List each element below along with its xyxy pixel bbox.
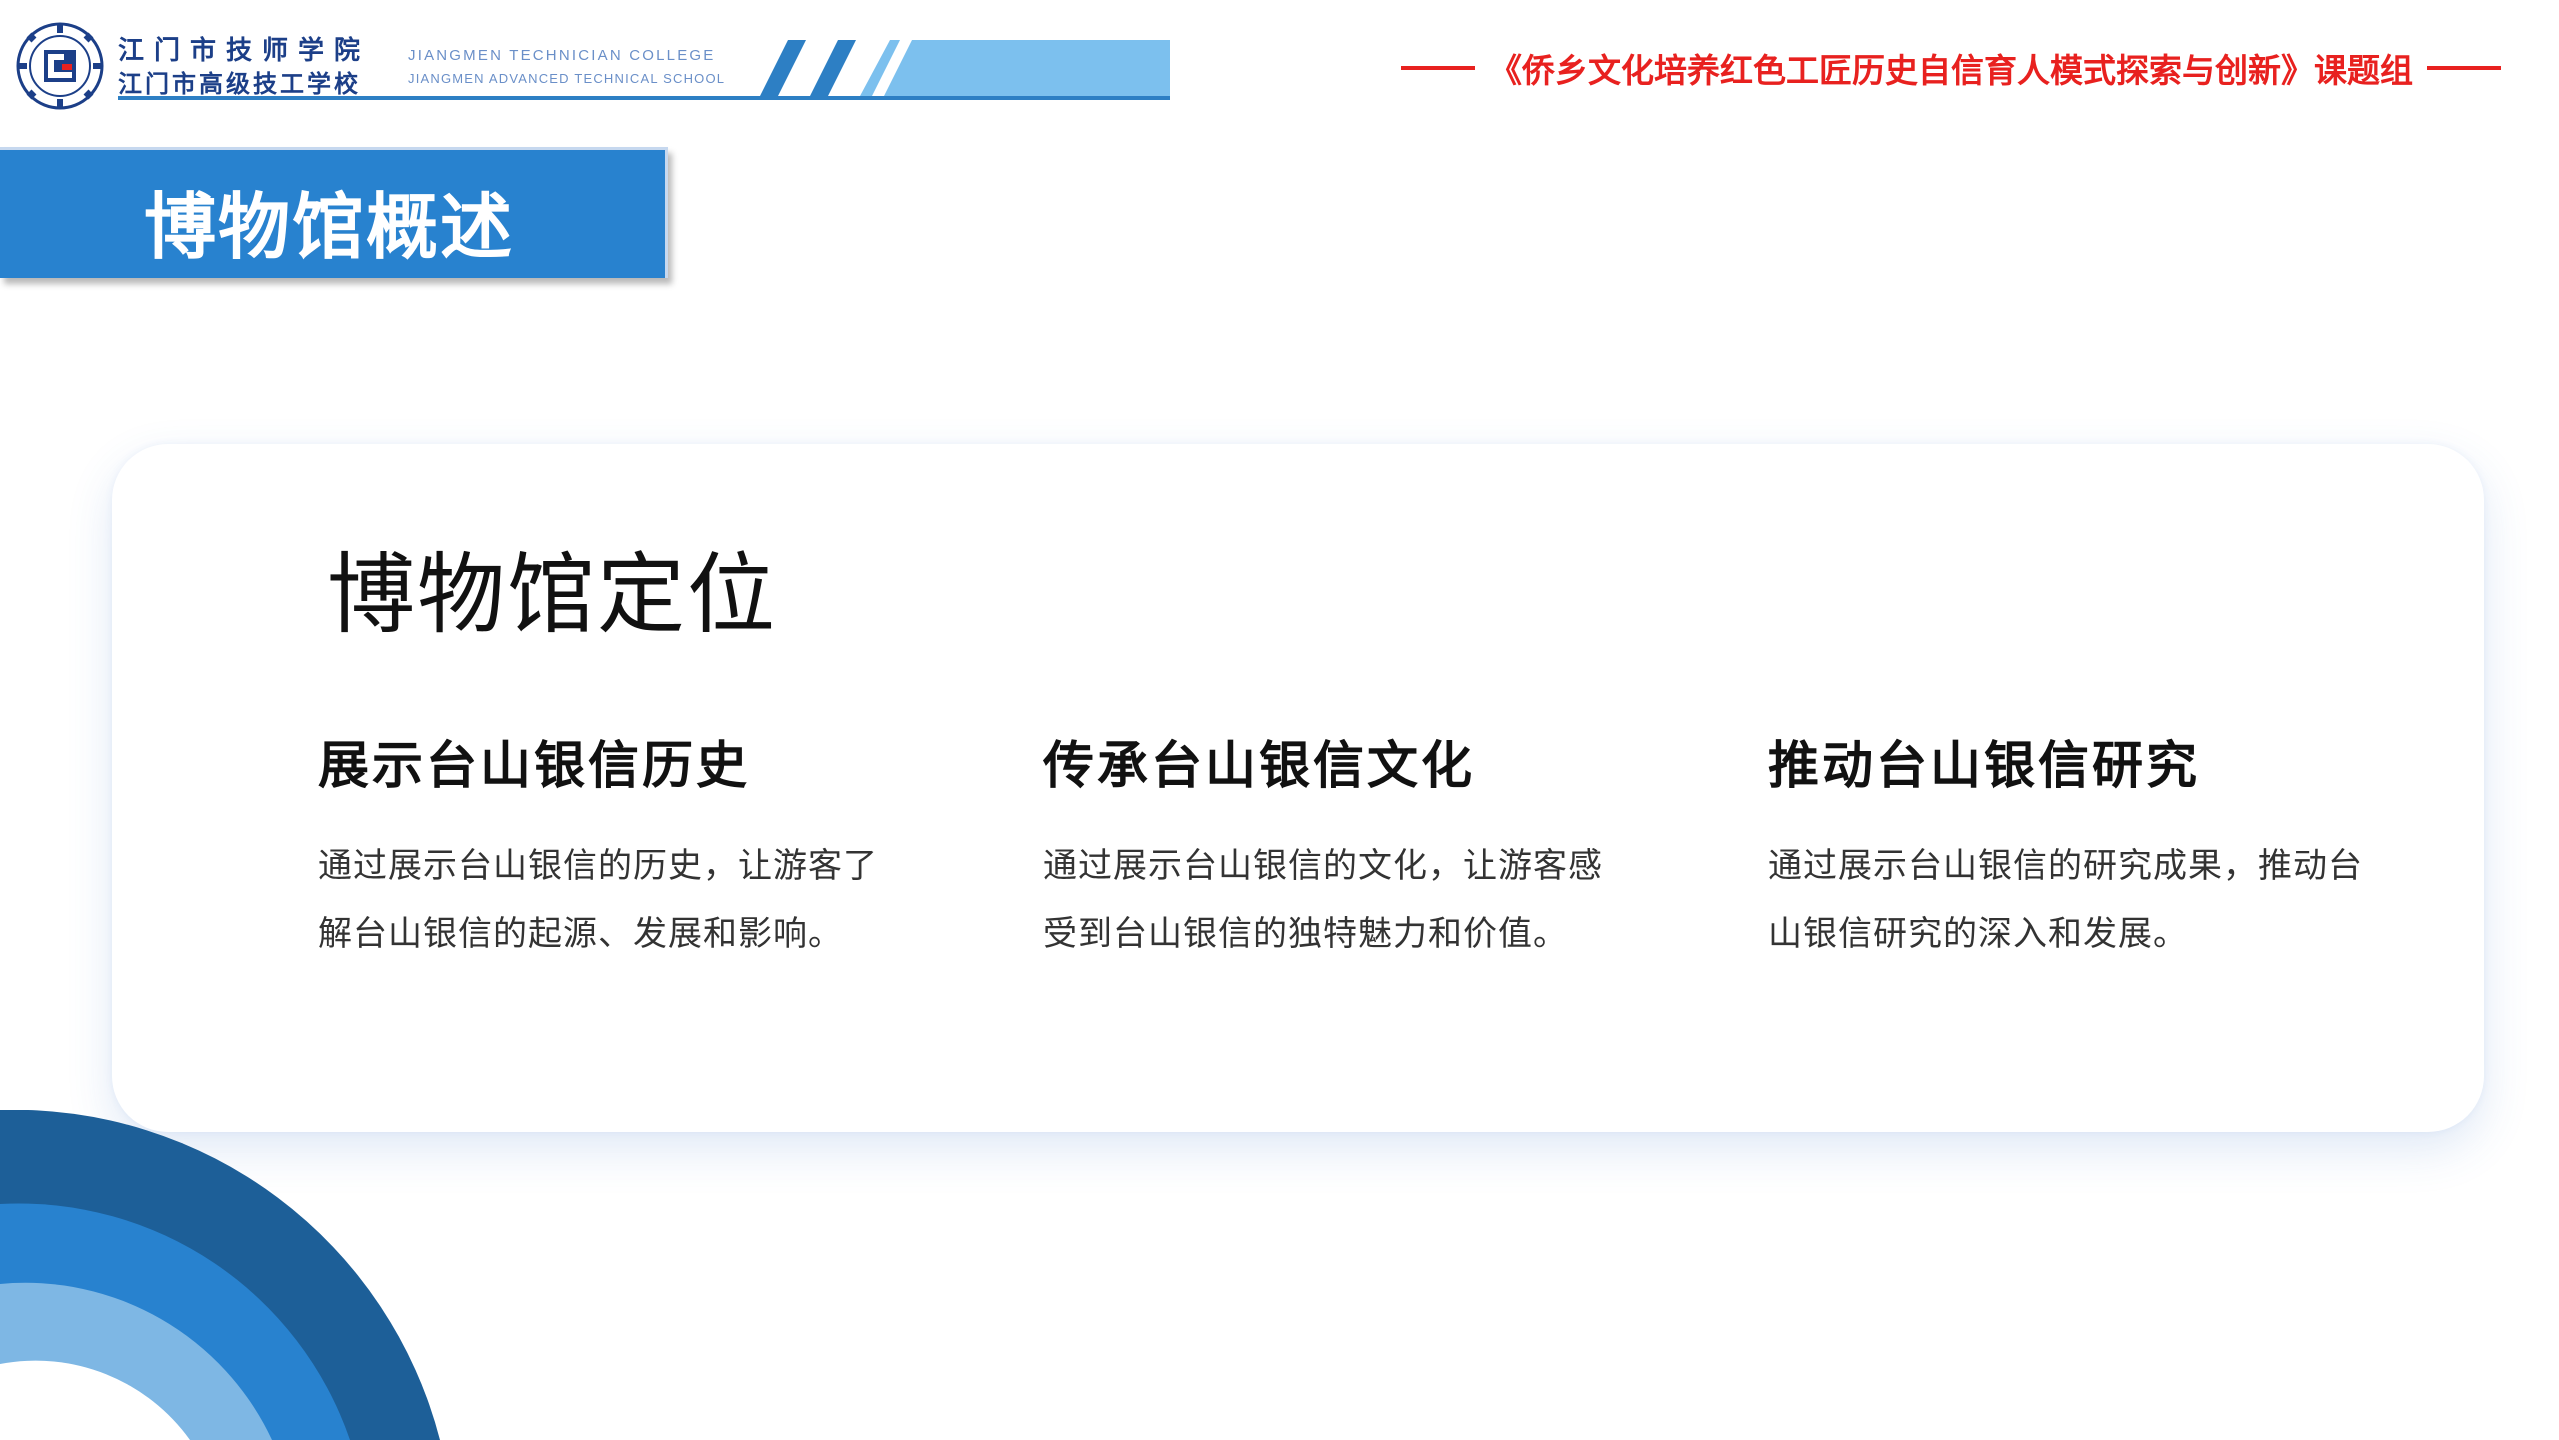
column-text: 通过展示台山银信的研究成果，推动台山银信研究的深入和发展。 (1768, 846, 2363, 954)
column-history: 展示台山银信历史 通过展示台山银信的历史，让游客了解台山银信的起源、发展和影响。 (318, 724, 878, 968)
card-title: 博物馆定位 (327, 543, 778, 646)
content-card: 博物馆定位 展示台山银信历史 通过展示台山银信的历史，让游客了解台山银信的起源、… (112, 444, 2484, 1132)
title-dash-right (2427, 66, 2501, 70)
title-dash-left (1401, 66, 1475, 70)
column-culture: 传承台山银信文化 通过展示台山银信的文化，让游客感受到台山银信的独特魅力和价值。 (1043, 724, 1603, 968)
header-underline (118, 96, 1170, 100)
column-text: 通过展示台山银信的文化，让游客感受到台山银信的独特魅力和价值。 (1043, 846, 1603, 954)
school-name-cn-line1: 江门市技师学院 (118, 36, 371, 66)
header: 江门市技师学院 江门市高级技工学校 JIANGMEN TECHNICIAN CO… (0, 0, 2559, 110)
column-heading: 展示台山银信历史 (318, 736, 751, 796)
school-name-en: JIANGMEN TECHNICIAN COLLEGE JIANGMEN ADV… (408, 44, 725, 90)
header-stripe-band (760, 40, 1170, 96)
project-title-text: 《侨乡文化培养红色工匠历史自信育人模式探索与创新》课题组 (1489, 51, 2413, 90)
school-logo-icon (16, 22, 104, 110)
corner-arcs-decoration (0, 1110, 440, 1440)
project-title: 《侨乡文化培养红色工匠历史自信育人模式探索与创新》课题组 (1387, 44, 2515, 92)
section-tab: 博物馆概述 (0, 147, 668, 278)
section-title: 博物馆概述 (144, 185, 515, 269)
column-heading: 传承台山银信文化 (1043, 736, 1476, 796)
column-research: 推动台山银信研究 通过展示台山银信的研究成果，推动台山银信研究的深入和发展。 (1768, 724, 2388, 968)
school-name-cn: 江门市技师学院 江门市高级技工学校 (118, 34, 408, 100)
column-heading: 推动台山银信研究 (1768, 736, 2201, 796)
school-name-en-line1: JIANGMEN TECHNICIAN COLLEGE (408, 47, 716, 64)
school-name-en-line2: JIANGMEN ADVANCED TECHNICAL SCHOOL (408, 71, 726, 86)
column-text: 通过展示台山银信的历史，让游客了解台山银信的起源、发展和影响。 (318, 846, 878, 954)
